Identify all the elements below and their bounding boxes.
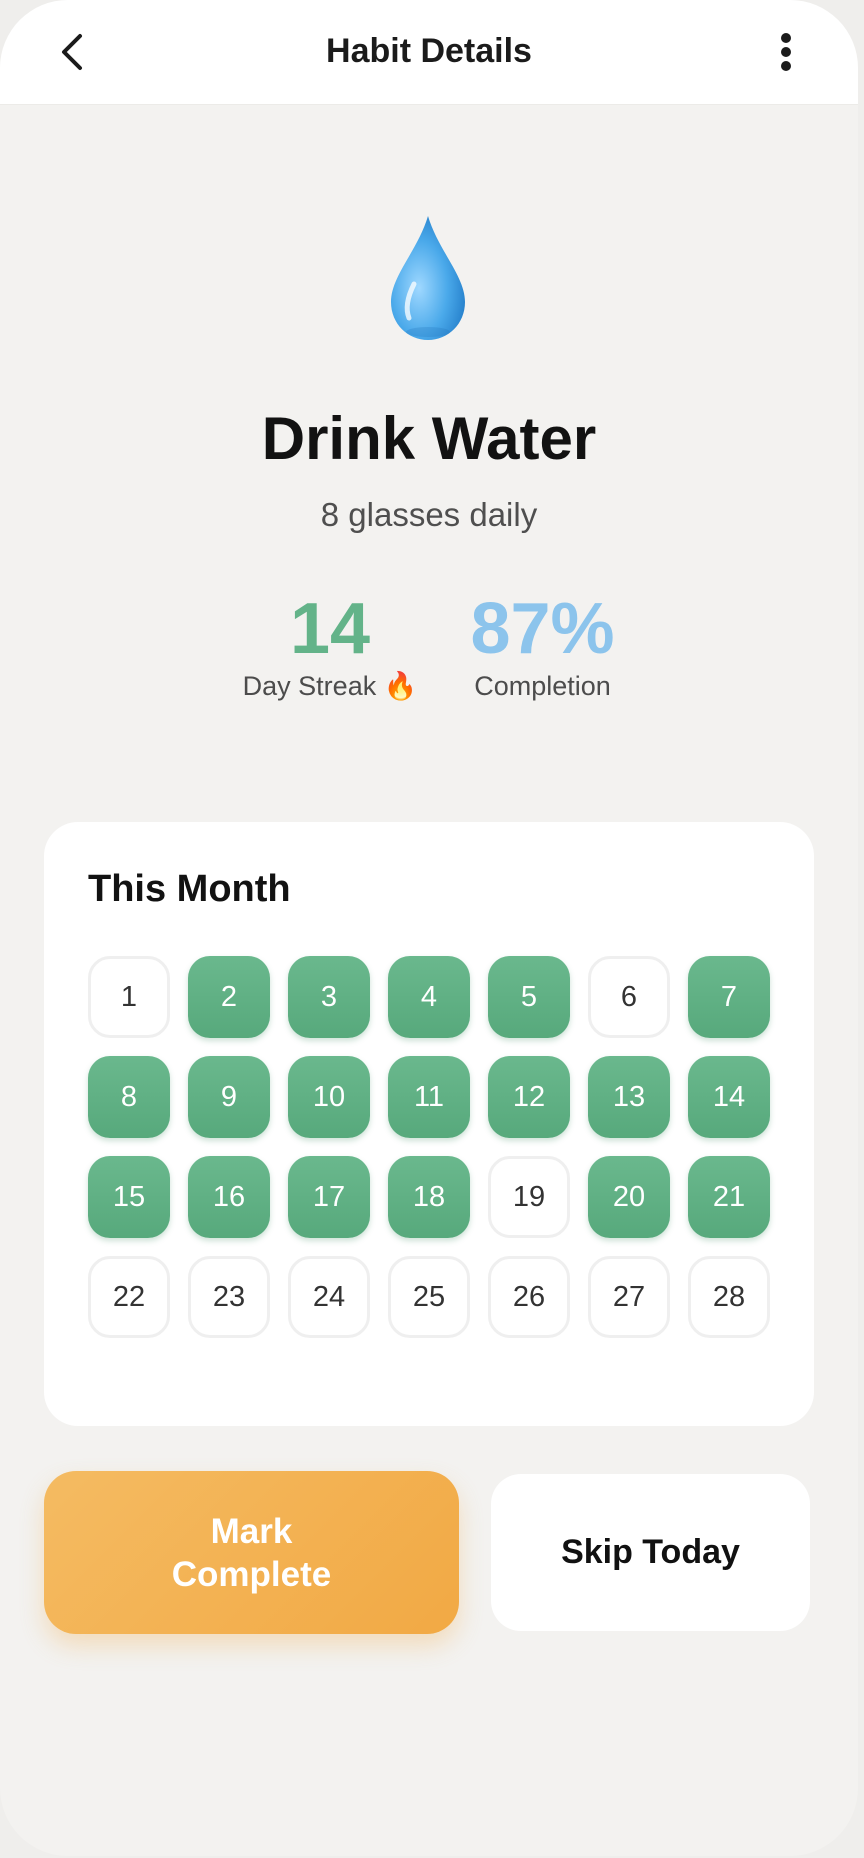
calendar-day[interactable]: 26 — [488, 1256, 570, 1338]
calendar-grid: 1 2 3 4 5 6 7 8 9 10 11 12 13 14 15 16 17 18 19 20 21 22 23 24 2… — [88, 956, 770, 1338]
calendar-day-completed[interactable]: 7 — [688, 956, 770, 1038]
completion-value: 87% — [470, 589, 615, 669]
calendar-day[interactable]: 1 — [88, 956, 170, 1038]
calendar-day[interactable]: 19 — [488, 1156, 570, 1238]
calendar-day-completed[interactable]: 13 — [588, 1056, 670, 1138]
completion-label: Completion — [474, 671, 611, 701]
calendar-day[interactable]: 22 — [88, 1256, 170, 1338]
calendar-day-completed[interactable]: 11 — [388, 1056, 470, 1138]
calendar-day-completed[interactable]: 10 — [288, 1056, 370, 1138]
habit-goal: 8 glasses daily — [320, 496, 538, 533]
calendar-day-completed[interactable]: 14 — [688, 1056, 770, 1138]
calendar-day-completed[interactable]: 5 — [488, 956, 570, 1038]
skip-today-button[interactable]: Skip Today — [491, 1474, 810, 1631]
calendar-day-completed[interactable]: 17 — [288, 1156, 370, 1238]
mark-complete-label: Mark Complete — [171, 1511, 332, 1594]
completion-stat: 87% Completion — [455, 588, 630, 702]
calendar-title: This Month — [88, 868, 291, 910]
phone-screen: Habit Details Drink Water 8 glasses dail… — [0, 0, 858, 1856]
calendar-day-completed[interactable]: 8 — [88, 1056, 170, 1138]
mark-complete-button[interactable]: Mark Complete — [44, 1471, 459, 1634]
calendar-day[interactable]: 28 — [688, 1256, 770, 1338]
calendar-day-completed[interactable]: 15 — [88, 1156, 170, 1238]
streak-stat: 14 Day Streak 🔥 — [230, 588, 430, 702]
calendar-day[interactable]: 27 — [588, 1256, 670, 1338]
water-drop-icon — [391, 216, 465, 340]
calendar-day[interactable]: 23 — [188, 1256, 270, 1338]
calendar-day-completed[interactable]: 16 — [188, 1156, 270, 1238]
calendar-day-completed[interactable]: 9 — [188, 1056, 270, 1138]
skip-today-label: Skip Today — [561, 1533, 740, 1571]
calendar-day-completed[interactable]: 12 — [488, 1056, 570, 1138]
month-calendar-card: This Month 1 2 3 4 5 6 7 8 9 10 11 12 13 14 15 16 17 18 19… — [44, 822, 814, 1426]
calendar-day-completed[interactable]: 2 — [188, 956, 270, 1038]
calendar-day[interactable]: 24 — [288, 1256, 370, 1338]
app-header: Habit Details — [0, 0, 858, 105]
streak-label: Day Streak 🔥 — [242, 671, 418, 701]
calendar-day-completed[interactable]: 4 — [388, 956, 470, 1038]
calendar-day-completed[interactable]: 20 — [588, 1156, 670, 1238]
streak-value: 14 — [289, 589, 371, 669]
habit-name: Drink Water — [261, 405, 597, 472]
more-options-button[interactable] — [762, 28, 810, 76]
calendar-day[interactable]: 25 — [388, 1256, 470, 1338]
calendar-day[interactable]: 6 — [588, 956, 670, 1038]
more-vertical-icon — [781, 33, 791, 71]
page-title: Habit Details — [326, 32, 532, 70]
calendar-day-completed[interactable]: 3 — [288, 956, 370, 1038]
calendar-day-completed[interactable]: 18 — [388, 1156, 470, 1238]
calendar-day-completed[interactable]: 21 — [688, 1156, 770, 1238]
